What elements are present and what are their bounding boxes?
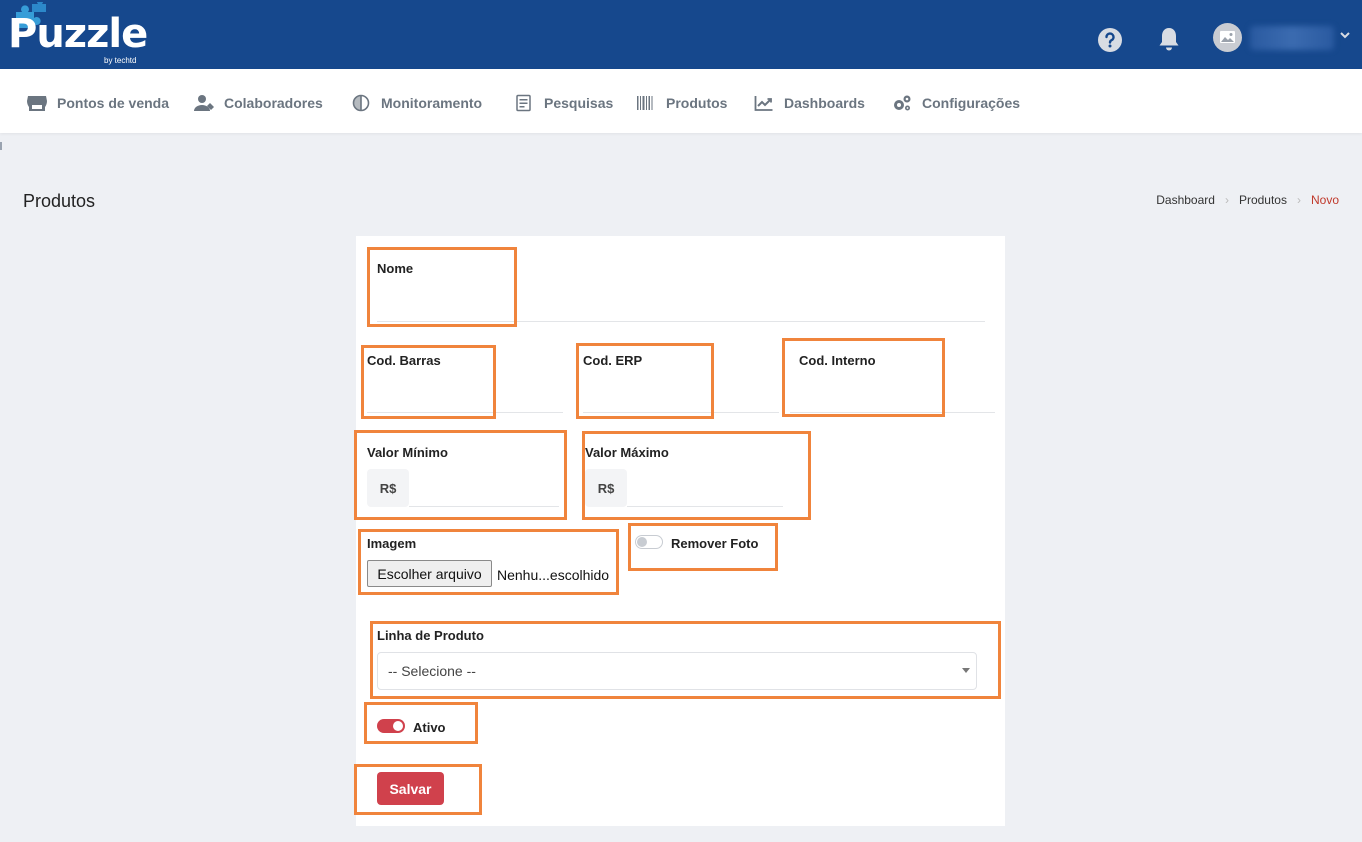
breadcrumb-dashboard[interactable]: Dashboard: [1156, 193, 1215, 207]
highlight-box-cod-barras: [361, 345, 496, 419]
nav-label: Configurações: [922, 95, 1021, 111]
nav-label: Pesquisas: [544, 95, 614, 111]
nav-item-colaboradores[interactable]: Colaboradores: [194, 93, 323, 113]
breadcrumb-novo: Novo: [1310, 193, 1339, 207]
highlight-box-salvar: [354, 764, 482, 815]
main-nav: Pontos de venda Colaboradores Monitorame…: [0, 69, 1362, 133]
nav-label: Colaboradores: [224, 95, 323, 111]
username-redacted[interactable]: [1250, 26, 1334, 50]
bell-icon[interactable]: [1157, 26, 1181, 52]
question-circle-icon[interactable]: [1098, 28, 1122, 52]
app-logo[interactable]: Puzzle by techtd: [8, 2, 158, 66]
clipboard-icon: [516, 94, 531, 112]
users-icon: [194, 95, 214, 111]
nav-item-pesquisas[interactable]: Pesquisas: [514, 93, 613, 113]
avatar[interactable]: [1213, 23, 1242, 52]
highlight-box-cod-erp: [576, 343, 714, 419]
highlight-box-valor-maximo: [582, 431, 811, 520]
breadcrumb: Dashboard › Produtos › Novo: [1156, 193, 1339, 207]
chevron-right-icon: ›: [1296, 193, 1301, 207]
nav-item-configuracoes[interactable]: Configurações: [892, 93, 1020, 113]
compass-icon: [352, 94, 370, 112]
logo-byline: by techtd: [104, 56, 137, 65]
nav-label: Monitoramento: [381, 95, 483, 111]
chevron-right-icon: ›: [1224, 193, 1229, 207]
nav-item-dashboards[interactable]: Dashboards: [754, 93, 865, 113]
nav-label: Dashboards: [784, 95, 865, 111]
nav-item-produtos[interactable]: Produtos: [636, 93, 727, 113]
top-bar: Puzzle by techtd: [0, 0, 1362, 69]
image-placeholder-icon: [1220, 31, 1235, 43]
highlight-box-valor-minimo: [354, 430, 567, 520]
chevron-down-icon[interactable]: [1339, 30, 1351, 40]
nav-item-monitoramento[interactable]: Monitoramento: [351, 93, 482, 113]
highlight-box-nome: [367, 247, 517, 327]
highlight-box-ativo: [364, 702, 478, 744]
highlight-box-imagem: [358, 529, 619, 595]
logo-wordmark: Puzzle: [8, 11, 148, 57]
barcode-icon: [637, 96, 653, 110]
page-title: Produtos: [23, 191, 96, 211]
gears-icon: [894, 95, 911, 111]
highlight-box-linha-produto: [370, 621, 1001, 699]
nav-label: Produtos: [666, 95, 728, 111]
highlight-box-cod-interno: [782, 338, 945, 417]
store-icon: [27, 96, 47, 111]
nav-label: Pontos de venda: [57, 95, 170, 111]
edge-marker: [0, 142, 2, 150]
nav-item-pontos-de-venda[interactable]: Pontos de venda: [27, 93, 169, 113]
breadcrumb-produtos[interactable]: Produtos: [1239, 193, 1287, 207]
highlight-box-remover-foto: [628, 523, 778, 571]
chart-line-icon: [754, 96, 773, 111]
